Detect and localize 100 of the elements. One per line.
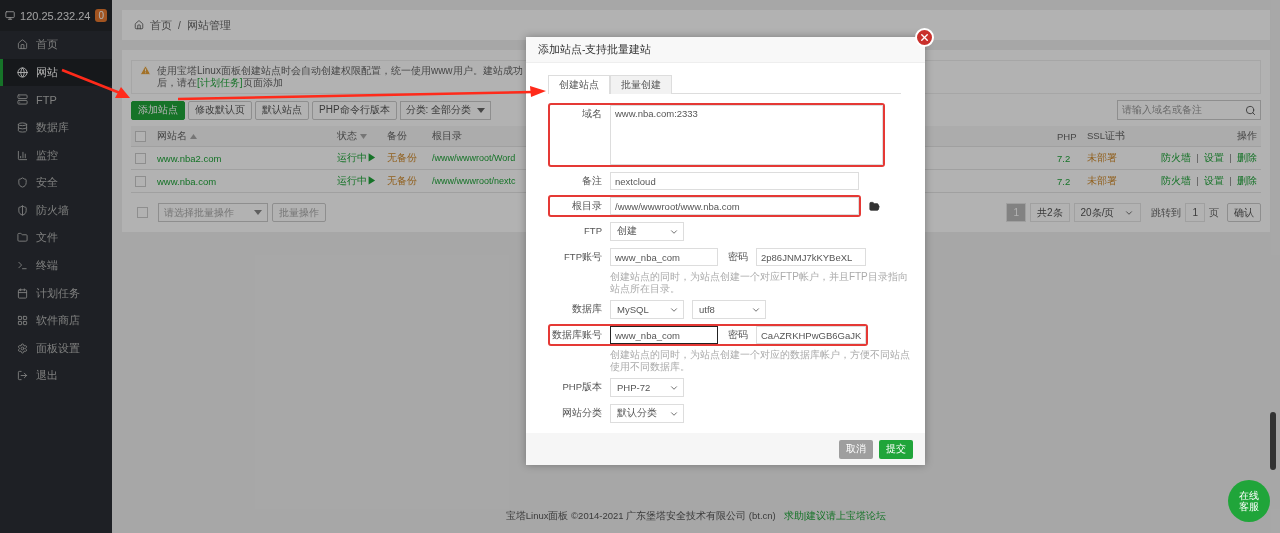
action-link[interactable]: 删除 xyxy=(1237,174,1257,188)
chat-button[interactable]: 在线客服 xyxy=(1228,480,1270,522)
calendar-icon xyxy=(17,287,28,299)
home-icon xyxy=(134,20,144,30)
action-link[interactable]: 防火墙 xyxy=(1161,174,1191,188)
search-field[interactable]: 请输入域名或备注 xyxy=(1117,100,1261,120)
select-field[interactable]: 创建 xyxy=(610,222,684,241)
goto-label: 跳转到 xyxy=(1151,205,1182,220)
input-field[interactable]: CaAZRKHPwGB6GaJK xyxy=(756,326,866,344)
php-cell[interactable]: 7.2 xyxy=(1057,152,1071,164)
action-link[interactable]: 设置 xyxy=(1204,174,1224,188)
checkbox[interactable] xyxy=(135,130,146,142)
confirm-button[interactable]: 确认 xyxy=(1227,203,1261,222)
ssl-cell[interactable]: 未部署 xyxy=(1087,174,1117,188)
site-link[interactable]: www.nba.com xyxy=(157,175,217,187)
input-field[interactable]: /www/wwwroot/www.nba.com xyxy=(610,197,859,215)
page-unit: 页 xyxy=(1209,205,1219,220)
tab[interactable]: 创建站点 xyxy=(548,75,610,94)
globe-icon xyxy=(17,66,28,78)
column-header: SSL证书 xyxy=(1087,129,1125,143)
chart-icon xyxy=(17,149,28,161)
toolbar-button[interactable]: 默认站点 xyxy=(255,100,309,120)
field-label: PHP版本 xyxy=(561,380,602,394)
server-icon xyxy=(17,94,28,106)
page-input[interactable]: 1 xyxy=(1185,203,1205,222)
task-link[interactable]: [计划任务] xyxy=(197,77,243,88)
column-header[interactable]: 网站名 xyxy=(157,129,197,143)
settings-icon xyxy=(17,342,28,354)
sidebar-item[interactable]: 面板设置 xyxy=(0,334,112,363)
tab[interactable]: 批量创建 xyxy=(610,75,672,94)
monitor-icon xyxy=(5,9,16,22)
checkbox[interactable] xyxy=(135,175,146,187)
sidebar-item[interactable]: 退出 xyxy=(0,362,112,390)
page-size-select[interactable]: 20条/页 xyxy=(1073,203,1142,222)
caret-icon xyxy=(254,210,262,215)
folder-icon[interactable] xyxy=(869,200,880,212)
checkbox[interactable] xyxy=(135,152,146,164)
field-label: 密码 xyxy=(727,250,748,264)
toolbar-button[interactable]: 添加站点 xyxy=(131,100,185,120)
php-cell[interactable]: 7.2 xyxy=(1057,175,1071,187)
select-field[interactable]: MySQL xyxy=(610,300,684,319)
sidebar-item[interactable]: FTP xyxy=(0,86,112,114)
sidebar-item[interactable]: 首页 xyxy=(0,31,112,59)
domain-field[interactable]: www.nba.com:2333 xyxy=(610,105,883,165)
toolbar-button[interactable]: 修改默认页 xyxy=(188,100,252,120)
sidebar-item[interactable]: 防火墙 xyxy=(0,196,112,225)
column-header[interactable]: 状态 xyxy=(337,129,367,143)
input-field[interactable]: nextcloud xyxy=(610,172,859,190)
breadcrumb-separator: / xyxy=(178,19,181,31)
backup-cell[interactable]: 无备份 xyxy=(387,151,417,165)
sidebar-item[interactable]: 网站 xyxy=(0,58,112,87)
field-label: 网站分类 xyxy=(561,406,602,420)
grid-icon xyxy=(17,315,28,327)
select-field[interactable]: 默认分类 xyxy=(610,404,684,423)
sidebar-item[interactable]: 软件商店 xyxy=(0,306,112,335)
ssl-cell[interactable]: 未部署 xyxy=(1087,151,1117,165)
input-field[interactable]: 2p86JNMJ7kKYBeXL xyxy=(756,248,866,266)
sidebar-item[interactable]: 计划任务 xyxy=(0,279,112,307)
shield-icon xyxy=(17,204,28,216)
sort-icon[interactable] xyxy=(360,133,367,139)
status-cell[interactable]: 运行中▶ xyxy=(337,174,377,188)
annotation-arrow xyxy=(61,68,130,98)
breadcrumb-link[interactable]: 首页 xyxy=(150,17,172,33)
input-field[interactable]: www_nba_com xyxy=(610,248,718,266)
server-address: 120.25.232.24 xyxy=(20,9,91,22)
sidebar-item[interactable]: 文件 xyxy=(0,224,112,252)
action-link[interactable]: 设置 xyxy=(1204,151,1224,165)
scrollbar-thumb[interactable] xyxy=(1270,412,1276,470)
total-count: 共2条 xyxy=(1029,203,1070,222)
notice-text: 使用宝塔Linux面板创建站点时会自动创建权限配置，统一使用www用户。建站成功后，请在[计划任务]页面添加 xyxy=(157,65,524,89)
field-label: FTP账号 xyxy=(563,250,602,264)
sidebar-item[interactable]: 监控 xyxy=(0,141,112,169)
select-field[interactable]: utf8 xyxy=(692,300,766,319)
input-field[interactable]: www_nba_com xyxy=(610,326,718,344)
search-icon[interactable] xyxy=(1245,104,1256,116)
path-link[interactable]: /www/wwwroot/nextc xyxy=(432,176,516,186)
dialog-button[interactable]: 提交 xyxy=(879,439,913,459)
backup-cell[interactable]: 无备份 xyxy=(387,174,417,188)
select-field[interactable]: PHP-72 xyxy=(610,378,684,397)
checkbox[interactable] xyxy=(137,207,148,218)
toolbar-button[interactable]: PHP命令行版本 xyxy=(312,100,397,120)
column-header: 备份 xyxy=(387,129,407,143)
action-link[interactable]: 防火墙 xyxy=(1161,151,1191,165)
sidebar-item[interactable]: 数据库 xyxy=(0,113,112,142)
sidebar-item[interactable]: 安全 xyxy=(0,168,112,197)
sidebar-item[interactable]: 终端 xyxy=(0,251,112,280)
field-label: 数据库账号 xyxy=(551,328,602,342)
action-link[interactable]: 删除 xyxy=(1237,151,1257,165)
sort-icon[interactable] xyxy=(190,133,197,139)
field-label: 备注 xyxy=(581,174,602,188)
home-icon xyxy=(17,39,28,51)
category-select[interactable]: 分类: 全部分类 xyxy=(399,100,492,120)
status-cell[interactable]: 运行中▶ xyxy=(337,151,377,165)
field-label: 根目录 xyxy=(571,199,602,213)
logout-icon xyxy=(17,370,28,382)
column-header: 操作 xyxy=(1237,129,1257,143)
caret-icon xyxy=(477,107,486,113)
forum-link[interactable]: 求助|建议请上宝塔论坛 xyxy=(783,510,887,523)
site-link[interactable]: www.nba2.com xyxy=(157,152,222,164)
path-link[interactable]: /www/wwwroot/Word xyxy=(432,153,516,163)
